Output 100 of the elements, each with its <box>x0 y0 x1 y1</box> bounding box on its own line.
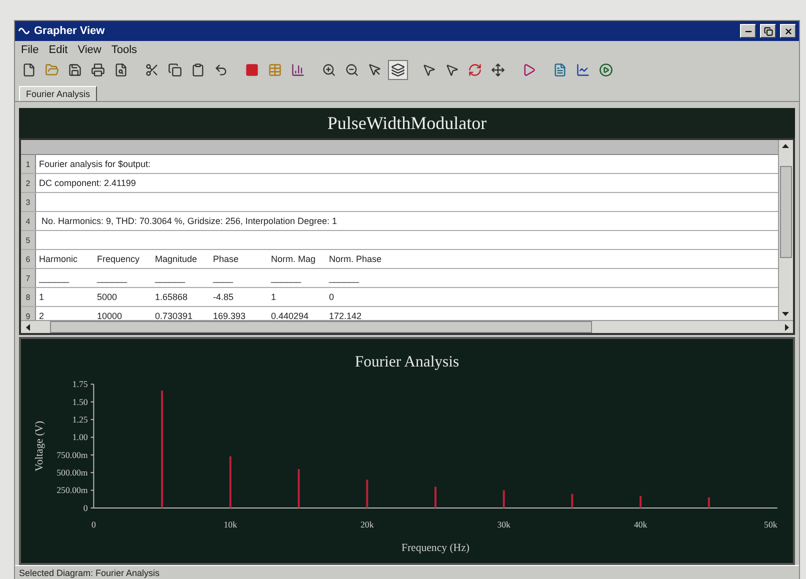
toolbar-button[interactable] <box>388 60 408 80</box>
x-tick-label: 40k <box>634 520 648 530</box>
grid-cell-text: Norm. Mag <box>271 254 316 264</box>
window-title: Grapher View <box>34 25 106 37</box>
app-icon <box>18 25 30 37</box>
scroll-up-icon <box>782 144 789 148</box>
grid-cell-text: Phase <box>213 254 239 264</box>
minimize-button[interactable] <box>740 24 756 38</box>
menu-item[interactable]: File <box>21 44 39 56</box>
y-tick-label: 0 <box>83 502 88 513</box>
status-text: Selected Diagram: Fourier Analysis <box>19 568 160 578</box>
grid-cell-text: Fourier analysis for $output: <box>39 159 151 169</box>
cursor-icon <box>445 63 459 77</box>
cursor-icon <box>422 63 436 77</box>
row-number: 9 <box>21 307 36 320</box>
menu-item[interactable]: Tools <box>111 44 138 56</box>
row-number: 2 <box>21 174 36 192</box>
grid-cell-text: 1 <box>39 292 44 302</box>
refresh-icon <box>468 63 482 77</box>
harmonic-bar <box>298 469 300 508</box>
grid-cell-text: Harmonic <box>39 254 78 264</box>
harmonic-bar <box>708 497 710 508</box>
grid-cell-text: 172.142 <box>329 311 362 320</box>
scroll-left-icon <box>26 324 30 330</box>
play-icon <box>522 63 536 77</box>
undo-icon <box>214 63 228 77</box>
grid-cell-text: Norm. Phase <box>329 254 382 264</box>
tab[interactable]: Fourier Analysis <box>19 86 98 101</box>
grid-cell-text: Frequency <box>97 254 140 264</box>
pointer-icon <box>368 63 382 77</box>
row-number: 6 <box>21 250 36 268</box>
restore-icon <box>764 26 772 36</box>
y-tick-label: 250.00m <box>56 485 88 496</box>
grid-cell-text: 2 <box>39 311 44 320</box>
grid-cell-text: ____ <box>213 273 234 283</box>
x-axis-label: Frequency (Hz) <box>401 542 470 554</box>
x-tick-label: 30k <box>497 520 510 530</box>
line-chart-icon <box>576 63 590 77</box>
menu-item[interactable]: View <box>78 44 102 56</box>
scissors-icon <box>145 63 159 77</box>
page-search-icon <box>114 63 128 77</box>
y-tick-label: 500.00m <box>56 468 88 478</box>
grid-cell-text: 169.393 <box>213 311 246 320</box>
clipboard-icon <box>191 63 205 77</box>
grid-cell-text: 0.440294 <box>271 311 309 320</box>
grid-cell-text: 10000 <box>97 311 122 320</box>
grid-cell-text: 0.730391 <box>155 311 193 320</box>
square-icon <box>245 63 259 77</box>
horizontal-scrollbar[interactable] <box>21 320 793 333</box>
grid-cell-text: 1 <box>271 292 276 302</box>
document-icon <box>553 63 567 77</box>
y-tick-label: 1.25 <box>72 414 88 425</box>
harmonic-bar <box>366 480 368 508</box>
grid-cell-text: No. Harmonics: 9, THD: 70.3064 %, Gridsize: 256, Interpolation Degree: 1 <box>40 216 337 226</box>
play-circle-icon <box>599 63 613 77</box>
scroll-down-icon <box>782 312 789 316</box>
close-button[interactable] <box>780 24 796 38</box>
grid-cell-text: ______ <box>329 273 360 283</box>
row-number: 7 <box>21 269 36 287</box>
vertical-scrollbar[interactable] <box>778 140 793 320</box>
grid-cell-text: 0 <box>329 292 334 302</box>
grid-cell-text: Magnitude <box>155 254 198 264</box>
y-tick-label: 1.50 <box>72 396 88 407</box>
x-tick-label: 10k <box>224 520 238 530</box>
grid-cell-text: -4.85 <box>213 292 234 302</box>
grid-cell-text: DC component: 2.41199 <box>39 178 136 188</box>
x-tick-label: 50k <box>764 520 778 530</box>
restore-button[interactable] <box>760 24 776 38</box>
harmonic-bar <box>571 494 574 508</box>
grid-cell-text: ______ <box>97 273 128 283</box>
zoom-out-icon <box>345 63 359 77</box>
x-tick-label: 20k <box>360 520 374 530</box>
table-icon <box>268 63 282 77</box>
new-file-icon <box>22 63 36 77</box>
folder-icon <box>45 63 59 77</box>
bar-chart-icon <box>291 63 305 77</box>
row-number: 5 <box>21 231 36 249</box>
menu-item[interactable]: Edit <box>48 44 68 56</box>
y-axis-label: Voltage (V) <box>34 420 46 472</box>
copy-icon <box>168 63 182 77</box>
x-tick-label: 0 <box>91 520 96 530</box>
harmonic-bar <box>640 496 642 508</box>
y-tick-label: 1.75 <box>72 379 88 390</box>
grid-cell-text: 5000 <box>97 292 118 302</box>
grid-cell-text: ______ <box>39 273 70 283</box>
harmonic-bar <box>229 456 232 508</box>
move-icon <box>491 63 505 77</box>
diagram-title: PulseWidthModulator <box>19 108 795 138</box>
close-icon <box>784 26 792 36</box>
grid-cell-text: 1.65868 <box>155 292 188 302</box>
printer-icon <box>91 63 105 77</box>
row-number: 3 <box>21 193 36 211</box>
grid-cell-text: ______ <box>271 273 302 283</box>
y-tick-label: 750.00m <box>56 450 88 460</box>
harmonic-bar <box>502 490 505 508</box>
grid-cell-text: ______ <box>155 273 186 283</box>
row-number: 1 <box>21 155 36 173</box>
zoom-in-icon <box>322 63 336 77</box>
row-number: 8 <box>21 288 36 306</box>
scroll-right-icon <box>784 324 788 330</box>
